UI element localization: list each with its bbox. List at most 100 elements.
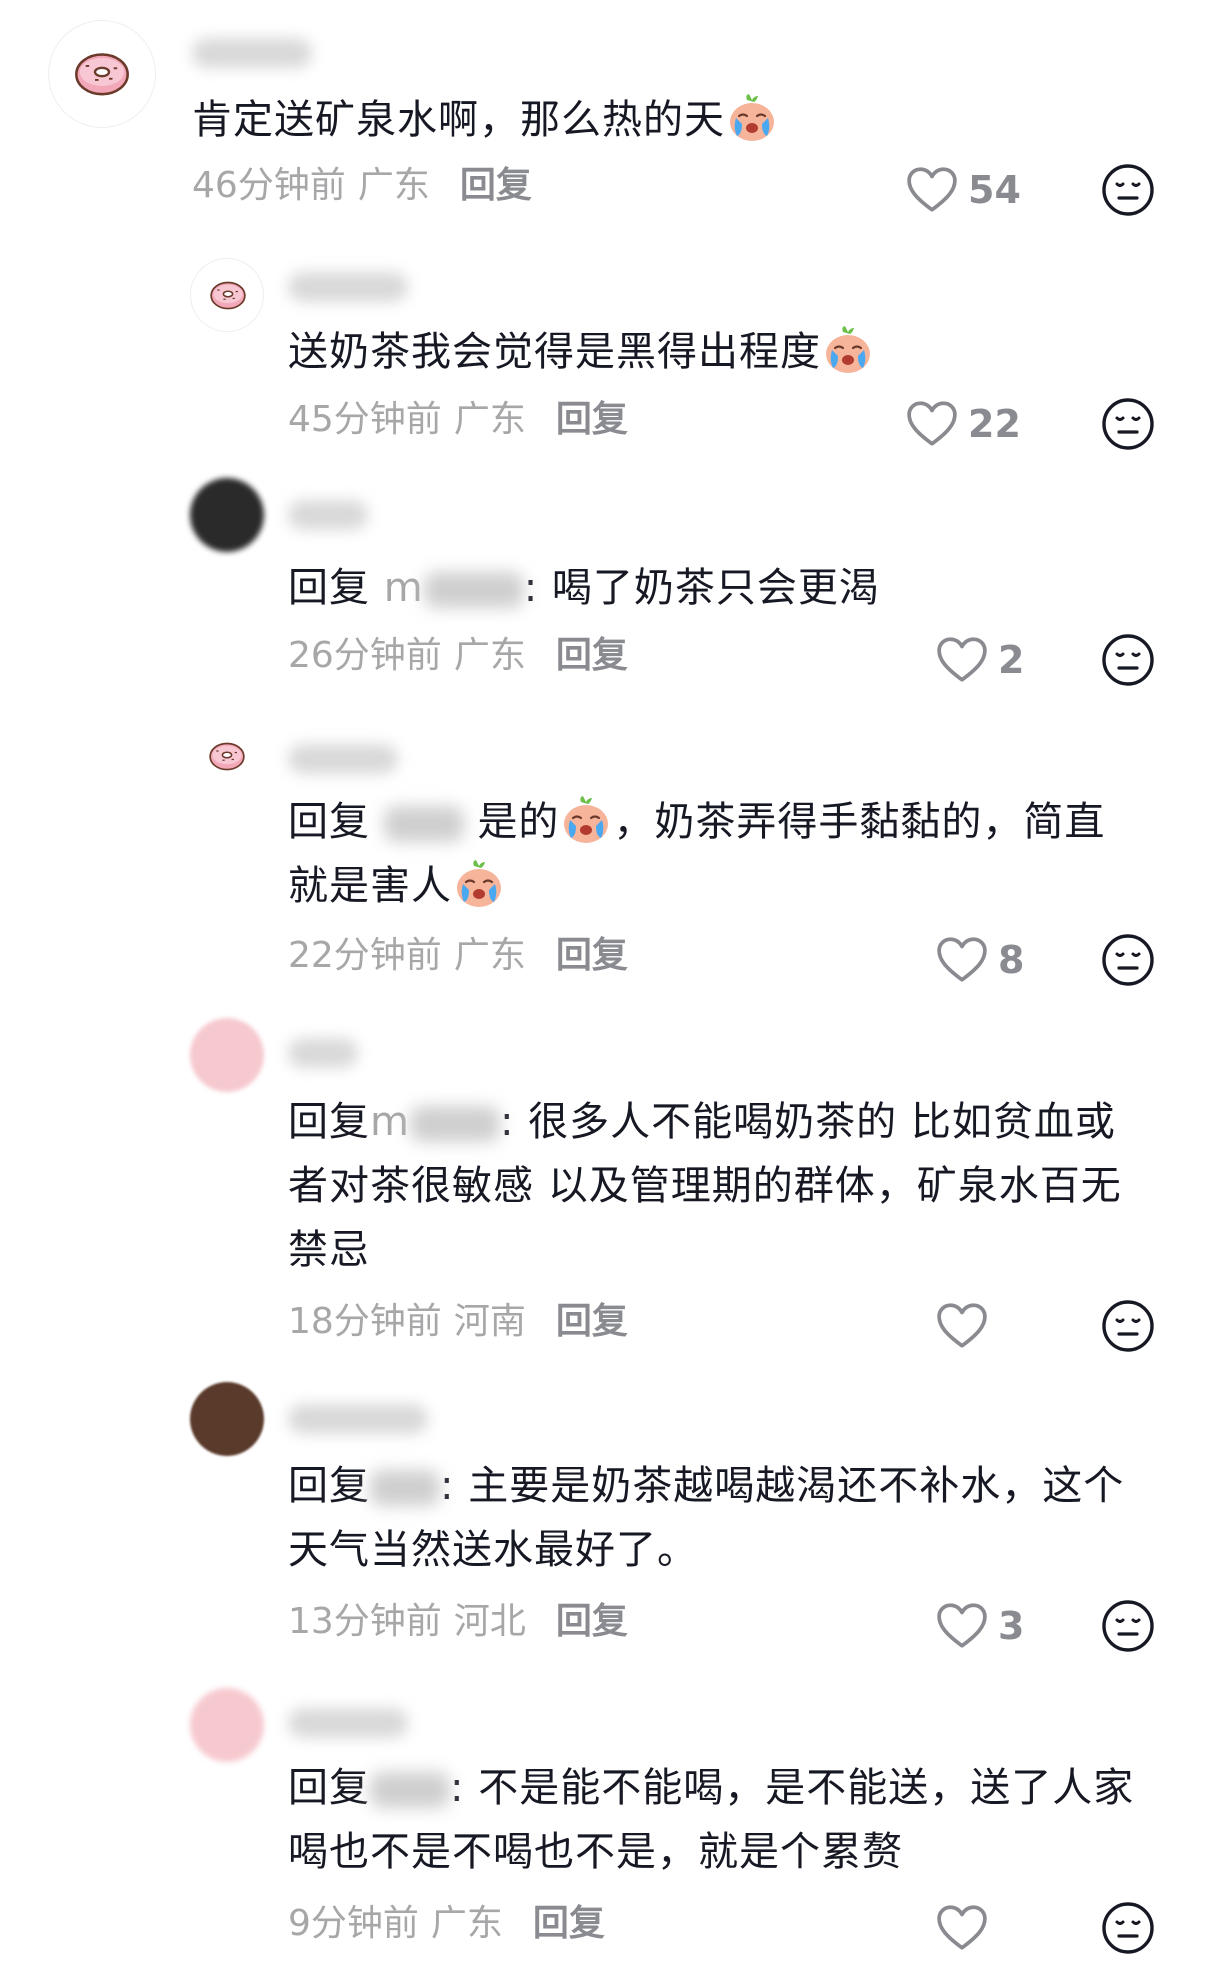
comment-text: 肯定送矿泉水啊，那么热的天 [192, 88, 779, 152]
reply-button[interactable]: 回复 [556, 399, 628, 440]
comment-body: 肯定送矿泉水啊，那么热的天 [192, 97, 725, 143]
mention-blurred[interactable] [370, 1470, 440, 1506]
mention-blurred[interactable] [370, 1772, 450, 1808]
timestamp: 9分钟前 [288, 1903, 419, 1944]
meh-face-icon[interactable] [1100, 1598, 1156, 1654]
region: 河南 [453, 1301, 526, 1342]
comment-line: 回复 : 不是能不能喝，是不能送，送了人家 [288, 1756, 1168, 1820]
timestamp: 46分钟前 [192, 165, 346, 206]
comment-text: 回复 m: 喝了奶茶只会更渴 [288, 556, 880, 620]
comment-meta: 9分钟前 广东 回复 [288, 1902, 605, 1946]
comment-line: 喝也不是不喝也不是，就是个累赘 [288, 1829, 903, 1875]
like-button[interactable]: 54 [906, 162, 1026, 218]
like-button[interactable]: 22 [906, 396, 1026, 452]
like-button[interactable] [936, 1298, 1026, 1354]
comment-line: 天气当然送水最好了。 [288, 1527, 698, 1573]
comment-text: 回复m : 很多人不能喝奶茶的 比如贫血或 者对茶很敏感 以及管理期的群体，矿泉水… [288, 1090, 1168, 1282]
username-blurred[interactable] [288, 500, 368, 530]
meh-face-icon[interactable] [1100, 1298, 1156, 1354]
reply-button[interactable]: 回复 [460, 165, 532, 206]
meh-face-icon[interactable] [1100, 396, 1156, 452]
username-blurred[interactable] [288, 1404, 428, 1434]
like-button[interactable]: 3 [936, 1598, 1026, 1654]
reply-button[interactable]: 回复 [556, 1301, 628, 1342]
avatar[interactable] [48, 20, 156, 128]
heart-outline-icon [906, 166, 958, 214]
donut-avatar-icon [209, 742, 245, 771]
reply-prefix: 回复 [288, 565, 370, 611]
comment-body: : 很多人不能喝奶茶的 比如贫血或 [499, 1099, 1116, 1145]
comment-meta: 13分钟前 河北 回复 [288, 1600, 628, 1644]
mention-blurred [423, 572, 524, 608]
comment-line: 者对茶很敏感 以及管理期的群体，矿泉水百无 [288, 1163, 1122, 1209]
region: 广东 [453, 635, 526, 676]
reply-prefix: 回复 [288, 799, 370, 845]
comment-meta: 18分钟前 河南 回复 [288, 1300, 628, 1344]
comment-body: 就是害人 [288, 863, 452, 909]
comment-body: ，奶茶弄得手黏黏的，简直 [613, 799, 1106, 845]
crying-face-emoji-icon [561, 796, 611, 844]
meh-face-icon[interactable] [1100, 632, 1156, 688]
username-blurred[interactable] [288, 1708, 408, 1738]
mention-blurred [409, 1106, 500, 1142]
comment-text: 回复: 主要是奶茶越喝越渴还不补水，这个 天气当然送水最好了。 [288, 1454, 1168, 1582]
comment-line: 就是害人 [288, 854, 1148, 918]
timestamp: 45分钟前 [288, 399, 442, 440]
reply-button[interactable]: 回复 [556, 635, 628, 676]
comment-body: : 主要是奶茶越喝越渴还不补水，这个 [440, 1463, 1125, 1509]
mention-blurred[interactable] [383, 806, 464, 842]
username-blurred[interactable] [192, 38, 312, 68]
like-count: 3 [998, 1604, 1025, 1648]
avatar[interactable] [190, 1688, 264, 1762]
crying-face-emoji-icon [727, 94, 777, 142]
like-button[interactable]: 2 [936, 632, 1026, 688]
timestamp: 18分钟前 [288, 1301, 442, 1342]
meh-face-icon[interactable] [1100, 932, 1156, 988]
comment-body: 是的 [477, 799, 560, 845]
mention[interactable]: m [370, 1099, 410, 1145]
comment-text: 回复 : 不是能不能喝，是不能送，送了人家 喝也不是不喝也不是，就是个累赘 [288, 1756, 1168, 1884]
username-blurred[interactable] [288, 1038, 358, 1068]
avatar[interactable] [190, 1018, 264, 1092]
heart-outline-icon [936, 1602, 988, 1650]
like-button[interactable] [936, 1900, 1026, 1956]
region: 河北 [453, 1601, 526, 1642]
like-button[interactable]: 8 [936, 932, 1026, 988]
meh-face-icon[interactable] [1100, 162, 1156, 218]
avatar[interactable] [190, 478, 264, 552]
heart-outline-icon [936, 1302, 988, 1350]
comment-line: 禁忌 [288, 1227, 370, 1273]
crying-face-emoji-icon [454, 860, 504, 908]
comment-line: 回复m : 很多人不能喝奶茶的 比如贫血或 [288, 1090, 1168, 1154]
comment-text: 回复 是的 ，奶茶弄得手黏黏的，简直 就是害人 [288, 790, 1148, 918]
heart-outline-icon [936, 636, 988, 684]
reply-button[interactable]: 回复 [533, 1903, 605, 1944]
username-blurred[interactable] [288, 272, 408, 302]
comment-line: 回复 是的 ，奶茶弄得手黏黏的，简直 [288, 790, 1148, 854]
meh-face-icon[interactable] [1100, 1900, 1156, 1956]
reply-prefix: 回复 [288, 1765, 370, 1811]
reply-button[interactable]: 回复 [556, 935, 628, 976]
like-count: 8 [998, 938, 1025, 982]
donut-avatar-icon [75, 53, 129, 96]
reply-button[interactable]: 回复 [556, 1601, 628, 1642]
heart-outline-icon [936, 936, 988, 984]
avatar[interactable] [190, 720, 264, 794]
reply-prefix: 回复 [288, 1099, 370, 1145]
timestamp: 13分钟前 [288, 1601, 442, 1642]
username-blurred[interactable] [288, 744, 398, 774]
avatar[interactable] [190, 1382, 264, 1456]
avatar[interactable] [190, 258, 264, 332]
mention[interactable]: m [384, 565, 424, 611]
heart-outline-icon [906, 400, 958, 448]
region: 广东 [430, 1903, 503, 1944]
crying-face-emoji-icon [823, 326, 873, 374]
timestamp: 22分钟前 [288, 935, 442, 976]
like-count: 22 [968, 402, 1021, 446]
like-count: 2 [998, 638, 1025, 682]
comment-meta: 26分钟前 广东 回复 [288, 634, 628, 678]
region: 广东 [453, 399, 526, 440]
comment-body: 送奶茶我会觉得是黑得出程度 [288, 329, 821, 375]
region: 广东 [357, 165, 430, 206]
comment-body: : 不是能不能喝，是不能送，送了人家 [450, 1765, 1135, 1811]
